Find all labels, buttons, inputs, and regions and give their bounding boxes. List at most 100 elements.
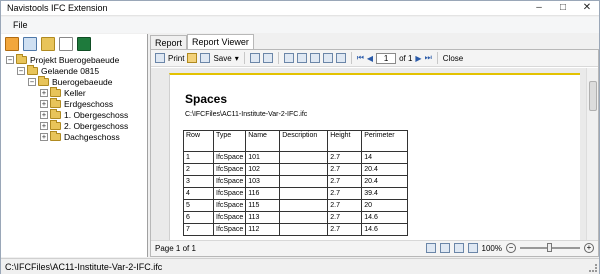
watermark-icon[interactable] [335, 53, 346, 63]
minimize-button[interactable]: – [527, 1, 551, 16]
report-page: Spaces C:\IFCFiles\AC11-Institute-Var-2-… [169, 73, 580, 240]
column-header: Row [183, 130, 214, 152]
table-cell [279, 187, 329, 200]
find-icon[interactable] [262, 53, 273, 63]
report-viewer: Print Save ▾ ⏮ ◀ 1 of 1 ▶ ⏭ Close Spaces… [150, 49, 599, 257]
first-page-icon[interactable]: ⏮ [357, 53, 364, 63]
table-row: 4 IfcSpace 116 2.7 39.4 [183, 187, 409, 200]
table-cell: 115 [245, 199, 281, 212]
tree-item-1-obergeschoss[interactable]: + 1. Obergeschoss [40, 108, 128, 120]
export-icon[interactable] [5, 37, 19, 51]
tree-item-buerogebaeude[interactable]: − Buerogebaeude [28, 75, 113, 87]
expand-toggle[interactable]: + [40, 99, 48, 108]
two-page-view-icon[interactable] [439, 243, 450, 253]
print-button[interactable]: Print [168, 54, 184, 63]
last-page-icon[interactable]: ⏭ [425, 53, 432, 63]
fit-page-icon[interactable] [467, 243, 478, 253]
table-row: 6 IfcSpace 113 2.7 14.6 [183, 211, 409, 224]
zoom-slider-knob[interactable] [547, 243, 552, 252]
column-header: Name [245, 130, 281, 152]
close-button[interactable]: ✕ [575, 1, 599, 16]
table-cell: 7 [183, 223, 214, 236]
close-button[interactable]: Close [443, 54, 463, 63]
collapse-toggle[interactable]: − [17, 66, 25, 75]
open-icon[interactable] [187, 53, 198, 63]
window-title: Navistools IFC Extension [7, 3, 108, 13]
page-number-input[interactable]: 1 [376, 52, 397, 64]
report-icon[interactable] [23, 37, 37, 51]
table-cell: 2.7 [327, 151, 363, 164]
table-row: 7 IfcSpace 112 2.7 14.6 [183, 223, 409, 236]
single-page-icon[interactable] [283, 53, 294, 63]
vertical-scrollbar[interactable] [586, 68, 598, 240]
collapse-toggle[interactable]: − [28, 77, 36, 86]
table-row: 1 IfcSpace 101 2.7 14 [183, 151, 409, 164]
table-cell: 2 [183, 163, 214, 176]
open-folder-icon[interactable] [41, 37, 55, 51]
save-dropdown-arrow[interactable]: ▾ [235, 54, 239, 63]
new-document-icon[interactable] [59, 37, 73, 51]
page-count-label: of 1 [399, 53, 413, 63]
expand-toggle[interactable]: + [40, 88, 48, 97]
menu-file[interactable]: File [13, 20, 28, 30]
table-cell: 6 [183, 211, 214, 224]
expand-toggle[interactable]: + [40, 132, 48, 141]
email-icon[interactable] [249, 53, 260, 63]
resize-grip-icon[interactable] [589, 264, 597, 272]
tree-item-projekt[interactable]: − Projekt Buerogebaeude [6, 53, 120, 65]
expand-toggle[interactable]: + [40, 110, 48, 119]
viewer-toolbar: Print Save ▾ ⏮ ◀ 1 of 1 ▶ ⏭ Close [151, 50, 598, 67]
table-cell: 116 [245, 187, 281, 200]
tree-item-gelaende[interactable]: − Gelaende 0815 [17, 64, 99, 76]
tree-item-dachgeschoss[interactable]: + Dachgeschoss [40, 130, 120, 142]
save-icon[interactable] [200, 53, 211, 63]
table-cell [279, 163, 329, 176]
zoom-slider[interactable] [520, 243, 580, 252]
tab-report[interactable]: Report [150, 35, 188, 50]
table-cell: 102 [245, 163, 281, 176]
save-button[interactable]: Save [213, 54, 231, 63]
folder-icon [50, 119, 61, 130]
multi-page-icon[interactable] [296, 53, 307, 63]
expand-toggle[interactable]: + [40, 121, 48, 130]
table-cell: IfcSpace [212, 199, 247, 212]
table-cell: 2.7 [327, 163, 363, 176]
viewer-status-bar: Page 1 of 1 100% − + [151, 240, 598, 256]
tree-item-erdgeschoss[interactable]: + Erdgeschoss [40, 97, 114, 109]
tree-item-2-obergeschoss[interactable]: + 2. Obergeschoss [40, 119, 128, 131]
table-cell: 39.4 [361, 187, 409, 200]
page-setup-icon[interactable] [322, 53, 333, 63]
next-page-icon[interactable]: ▶ [415, 54, 421, 63]
tree-item-label: Erdgeschoss [64, 98, 114, 109]
scrollbar-thumb[interactable] [589, 81, 597, 111]
table-cell: IfcSpace [212, 175, 247, 188]
folder-icon [50, 108, 61, 119]
toolbar-separator [277, 52, 279, 64]
table-cell: 101 [245, 151, 281, 164]
print-icon[interactable] [155, 53, 165, 63]
multi-page-view-icon[interactable] [453, 243, 464, 253]
document-canvas: Spaces C:\IFCFiles\AC11-Institute-Var-2-… [151, 68, 598, 240]
excel-icon[interactable] [77, 37, 91, 51]
table-cell: 2.7 [327, 175, 363, 188]
zoom-out-button[interactable]: − [506, 243, 516, 253]
table-cell: 14.6 [361, 223, 409, 236]
single-page-view-icon[interactable] [425, 243, 436, 253]
zoom-in-button[interactable]: + [584, 243, 594, 253]
table-cell: 112 [245, 223, 281, 236]
tab-report-viewer[interactable]: Report Viewer [187, 34, 254, 50]
tree-item-label: Projekt Buerogebaeude [30, 54, 120, 65]
title-bar: Navistools IFC Extension – □ ✕ [1, 1, 599, 16]
window-controls: – □ ✕ [527, 1, 599, 16]
tree-item-keller[interactable]: + Keller [40, 86, 86, 98]
table-cell: IfcSpace [212, 151, 247, 164]
previous-page-icon[interactable]: ◀ [367, 54, 373, 63]
app-window: Navistools IFC Extension – □ ✕ File − Pr… [0, 0, 600, 274]
toolbar-separator [436, 52, 438, 64]
tab-strip: Report Report Viewer [150, 34, 254, 50]
collapse-toggle[interactable]: − [6, 55, 14, 64]
report-title: Spaces [185, 92, 228, 106]
continuous-icon[interactable] [309, 53, 320, 63]
table-cell [279, 223, 329, 236]
maximize-button[interactable]: □ [551, 1, 575, 16]
